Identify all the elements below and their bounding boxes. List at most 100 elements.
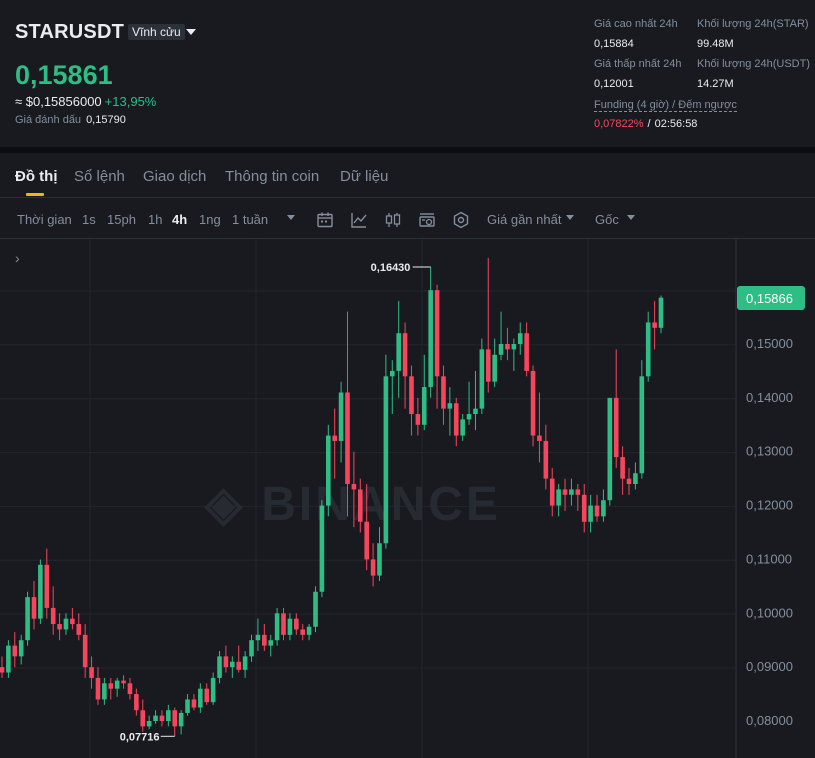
candle-body <box>82 634 88 668</box>
candle-body <box>511 344 517 350</box>
chevron-down-icon[interactable] <box>186 29 196 35</box>
y-tick-label: 0,12000 <box>746 498 793 513</box>
candle-body <box>594 505 600 517</box>
candle-body <box>70 618 75 625</box>
volume-star-value: 99.48M <box>697 38 734 50</box>
candle-body <box>242 656 248 670</box>
interval-15m[interactable]: 15ph <box>107 212 136 227</box>
candle-body <box>434 290 440 377</box>
interval-1w[interactable]: 1 tuần <box>232 212 268 227</box>
candle-body <box>645 322 651 377</box>
settings-icon[interactable] <box>452 211 470 229</box>
candle-body <box>453 403 459 436</box>
y-tick-label: 0,15000 <box>746 336 793 351</box>
candle-body <box>492 354 497 382</box>
tab-coin-info[interactable]: Thông tin coin <box>225 168 319 185</box>
view-chevron-icon[interactable] <box>627 215 635 220</box>
y-tick-label: 0,13000 <box>746 444 793 459</box>
tab-chart[interactable]: Đồ thị <box>15 168 58 185</box>
price-type-chevron-icon[interactable] <box>566 215 574 220</box>
tab-trades[interactable]: Giao dịch <box>143 168 206 185</box>
view-select[interactable]: Gốc <box>595 212 619 227</box>
last-price: 0,15861 <box>15 60 113 90</box>
candle-body <box>325 435 331 506</box>
interval-4h[interactable]: 4h <box>172 212 187 227</box>
candle-body <box>50 607 56 625</box>
candle-body <box>479 349 485 409</box>
price-type-select[interactable]: Giá gần nhất <box>487 212 561 227</box>
candle-body <box>556 489 561 506</box>
candle-body <box>332 435 338 441</box>
interval-1h[interactable]: 1h <box>148 212 162 227</box>
candle-body <box>0 667 5 673</box>
candle-body <box>441 376 446 409</box>
candle-body <box>153 715 158 721</box>
candle-body <box>159 715 165 721</box>
candle-body <box>140 710 146 727</box>
candle-body <box>210 677 216 703</box>
candle-body <box>575 489 581 495</box>
interval-1s[interactable]: 1s <box>82 212 96 227</box>
candle-body <box>447 403 453 409</box>
candle-body <box>498 344 504 355</box>
candle-body <box>581 494 587 522</box>
candle-body <box>639 376 645 474</box>
candle-body <box>236 661 242 670</box>
y-tick-label: 0,08000 <box>746 713 793 728</box>
volume-usdt-24h: Khối lượng 24h(USDT) 14.27M <box>697 58 810 90</box>
active-tab-indicator <box>26 193 44 196</box>
candle-body <box>530 370 536 436</box>
candle-type-icon[interactable] <box>384 211 402 229</box>
indicator-icon[interactable] <box>350 211 368 229</box>
candle-body <box>466 414 472 420</box>
candle-body <box>108 683 114 689</box>
candle-body <box>217 656 222 678</box>
candle-body <box>287 618 293 635</box>
candle-body <box>370 559 376 576</box>
tab-data[interactable]: Dữ liệu <box>340 168 388 185</box>
candle-body <box>620 457 625 479</box>
mark-price-label: Giá đánh dấu <box>15 114 82 126</box>
funding-rate: 0,07822% <box>594 118 644 130</box>
candle-body <box>402 333 408 377</box>
candlestick-chart[interactable]: 0,15000 0,14000 0,13000 0,12000 0,11000 0,100… <box>0 239 815 758</box>
y-tick-label: 0,09000 <box>746 659 793 674</box>
candle-body <box>25 597 30 641</box>
layout-icon[interactable] <box>418 211 436 229</box>
candle-body <box>262 634 267 646</box>
candle-body <box>364 521 369 560</box>
candle-body <box>198 688 203 708</box>
candle-body <box>460 419 465 436</box>
symbol-title[interactable]: STARUSDT <box>15 21 124 44</box>
y-tick-label: 0,14000 <box>746 390 793 405</box>
candle-body <box>383 376 389 544</box>
candle-body <box>146 721 152 727</box>
time-label: Thời gian <box>17 212 72 227</box>
funding-label[interactable]: Funding (4 giờ) / Đếm ngược <box>594 99 737 112</box>
candle-body <box>421 387 427 425</box>
candle-body <box>223 656 229 668</box>
volume-usdt-label: Khối lượng 24h(USDT) <box>697 58 811 70</box>
candle-body <box>31 597 37 619</box>
tab-order-book[interactable]: Sổ lệnh <box>74 168 125 185</box>
candle-body <box>505 344 510 350</box>
candle-body <box>114 680 120 689</box>
candle-body <box>396 333 401 371</box>
candle-body <box>95 677 101 700</box>
calendar-icon[interactable] <box>316 211 334 229</box>
candle-body <box>415 414 421 425</box>
candle-body <box>57 624 62 630</box>
candle-body <box>428 290 433 388</box>
expand-indicator-icon[interactable]: › <box>15 250 20 266</box>
candle-body <box>588 505 593 522</box>
interval-more-icon[interactable] <box>287 215 295 220</box>
candle-body <box>549 478 555 506</box>
candle-body <box>543 440 549 479</box>
candle-body <box>485 349 491 382</box>
volume-star-label: Khối lượng 24h(STAR) <box>697 18 809 30</box>
high-24h-label: Giá cao nhất 24h <box>594 18 678 30</box>
interval-1d[interactable]: 1ng <box>199 212 221 227</box>
funding-separator: / <box>647 118 651 130</box>
candle-body <box>306 626 312 635</box>
candle-body <box>351 484 357 490</box>
